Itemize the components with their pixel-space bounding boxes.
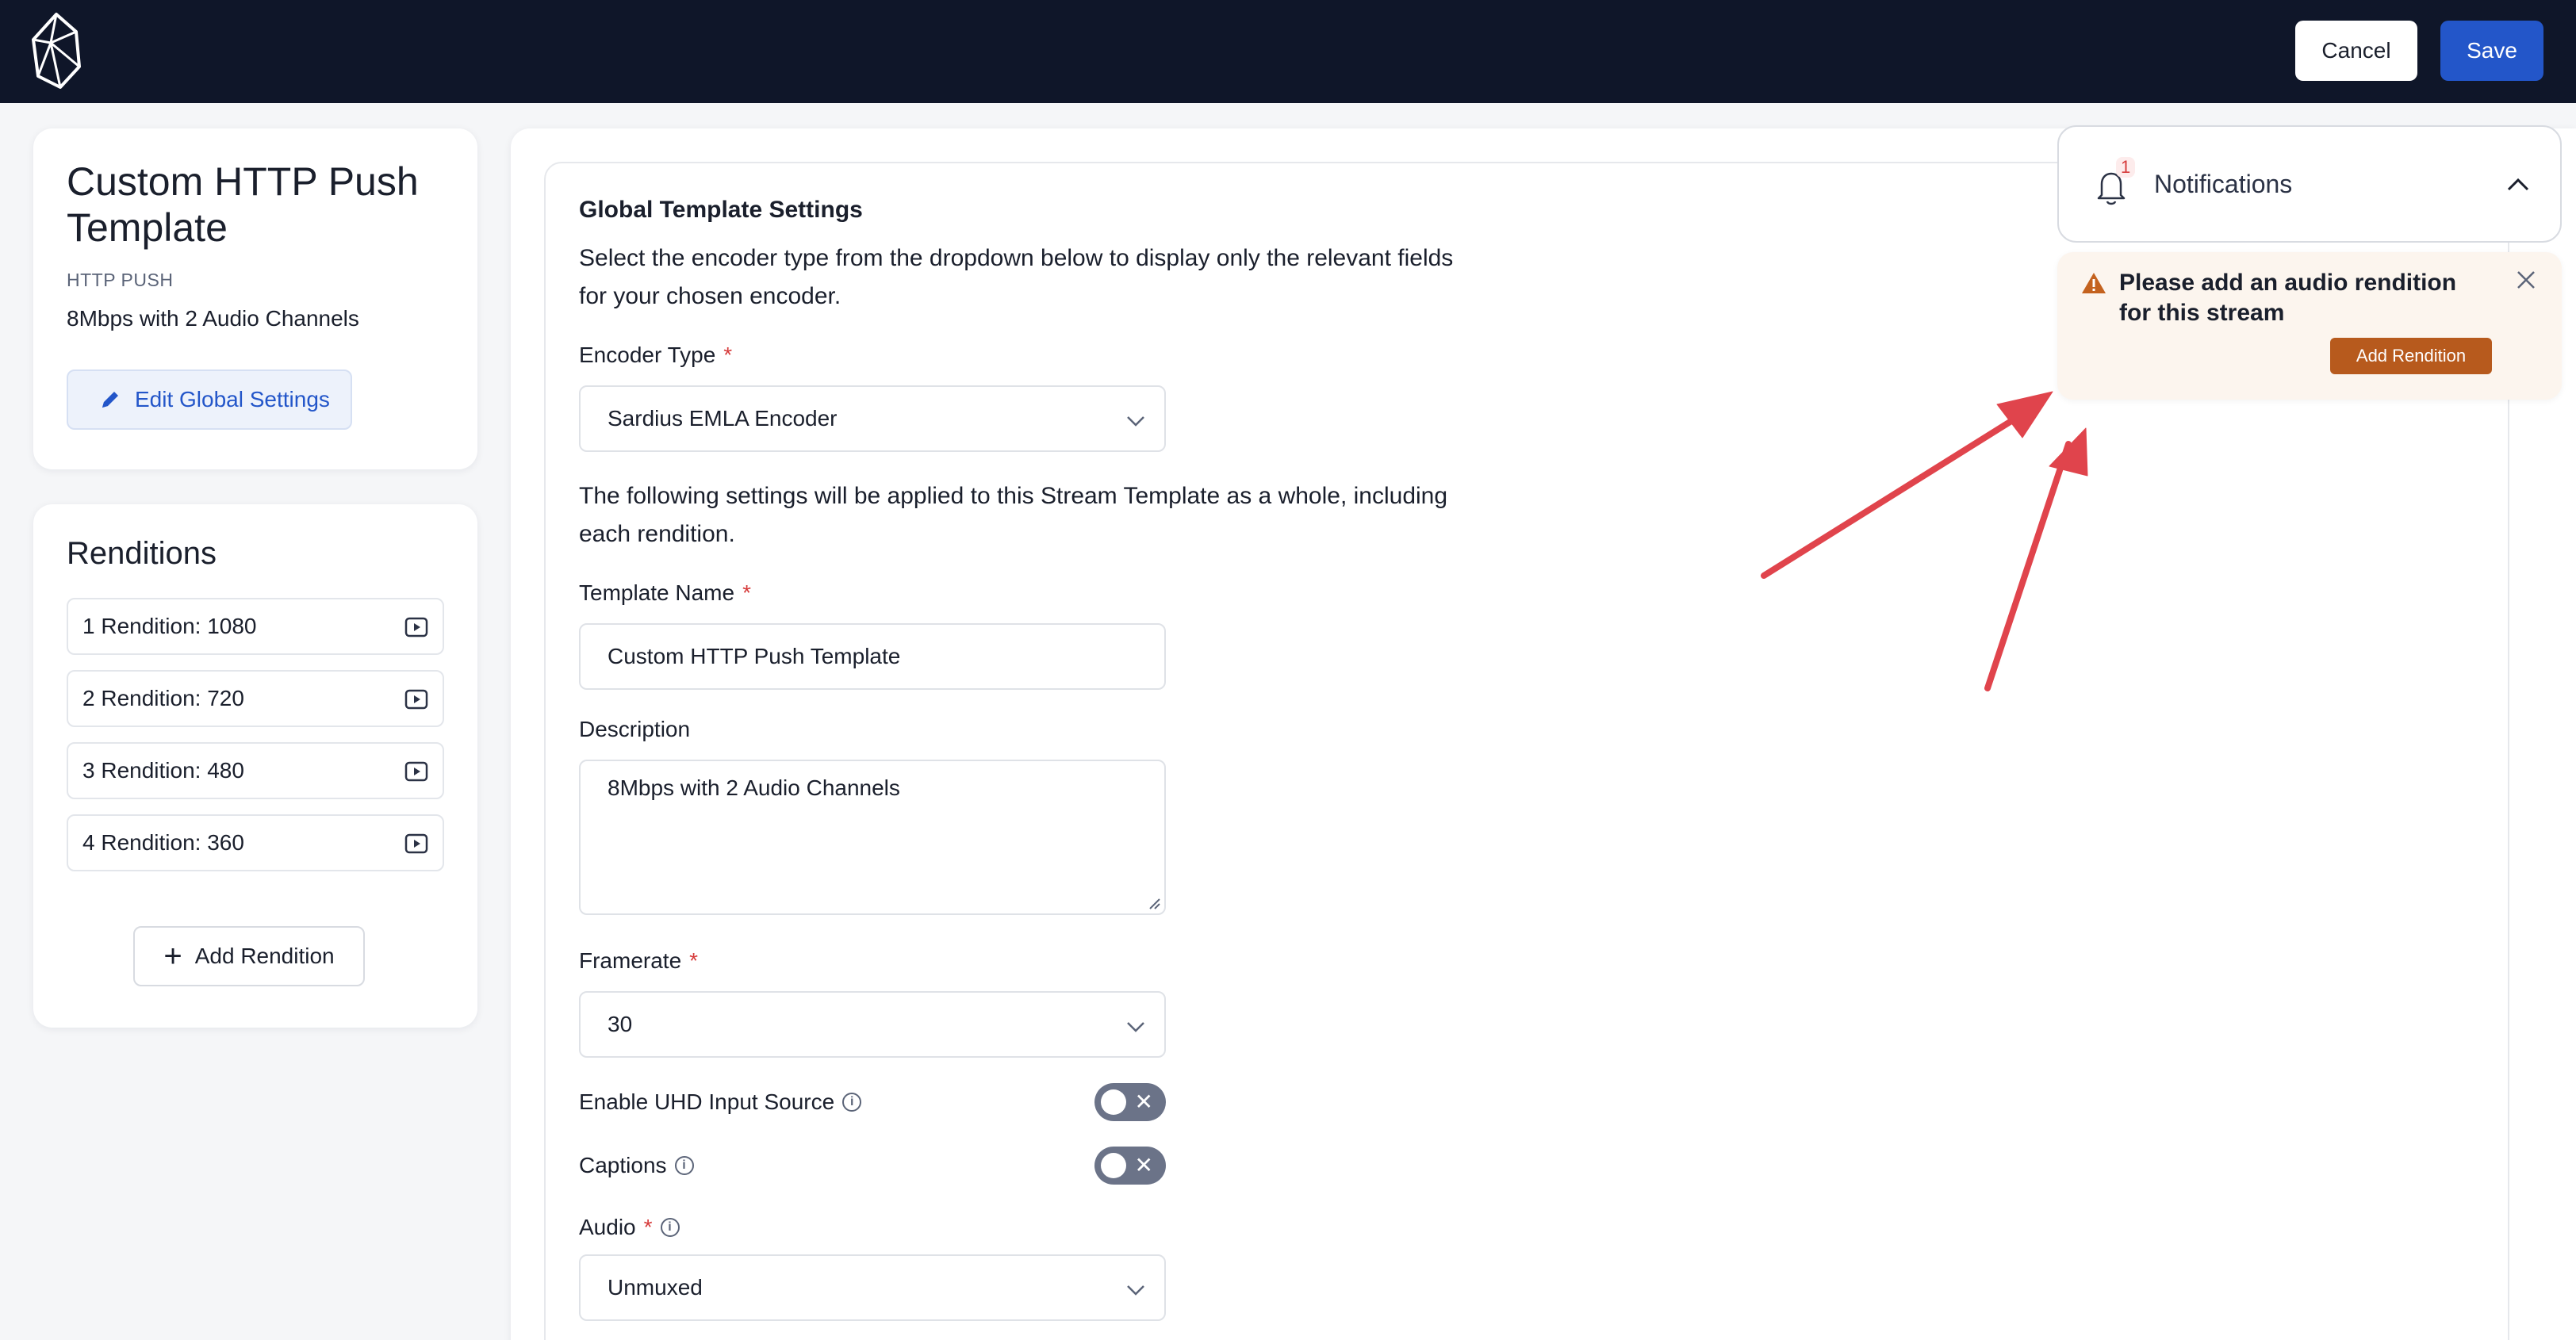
resize-grip-icon[interactable] xyxy=(1147,896,1161,910)
close-icon[interactable] xyxy=(2514,268,2538,292)
template-name-label: Template Name * xyxy=(579,580,751,606)
rendition-label: 3 Rendition: 480 xyxy=(82,758,244,783)
annotation-arrows xyxy=(1761,391,2088,691)
uhd-input-label-text: Enable UHD Input Source xyxy=(579,1089,835,1114)
description-label: Description xyxy=(579,717,690,742)
description-label-text: Description xyxy=(579,717,691,741)
template-name-label-text: Template Name xyxy=(579,580,735,605)
rendition-label: 4 Rendition: 360 xyxy=(82,830,244,855)
encoder-type-label: Encoder Type * xyxy=(579,343,732,368)
rendition-item[interactable]: 2 Rendition: 720 xyxy=(67,670,444,727)
toggle-knob xyxy=(1101,1089,1126,1115)
uhd-input-label: Enable UHD Input Source i xyxy=(579,1089,862,1115)
alert-message: Please add an audio rendition for this s… xyxy=(2119,270,2457,326)
audio-label: Audio * i xyxy=(579,1215,680,1240)
framerate-label: Framerate * xyxy=(579,948,698,974)
encoder-type-label-text: Encoder Type xyxy=(579,343,716,367)
notifications-header[interactable]: 1 Notifications xyxy=(2057,125,2562,243)
audio-rendition-alert: Please add an audio rendition for this s… xyxy=(2057,252,2562,400)
top-bar: Cancel Save xyxy=(0,0,2576,103)
audio-value: Unmuxed xyxy=(608,1275,703,1300)
cancel-button[interactable]: Cancel xyxy=(2295,21,2417,81)
template-kind: HTTP PUSH xyxy=(67,270,174,290)
add-rendition-button[interactable]: + Add Rendition xyxy=(133,926,365,986)
crystal-logo-icon[interactable] xyxy=(29,11,84,90)
framerate-value: 30 xyxy=(608,1012,633,1036)
template-name-value: Custom HTTP Push Template xyxy=(608,644,901,668)
captions-label: Captions i xyxy=(579,1153,694,1178)
rendition-item[interactable]: 1 Rendition: 1080 xyxy=(67,598,444,655)
encoder-intro-text: Select the encoder type from the dropdow… xyxy=(579,245,1454,309)
play-icon xyxy=(404,689,428,710)
audio-select[interactable]: Unmuxed xyxy=(579,1254,1166,1321)
info-icon[interactable]: i xyxy=(660,1218,680,1237)
chevron-up-icon[interactable] xyxy=(2505,171,2532,198)
template-description: 8Mbps with 2 Audio Channels xyxy=(67,306,359,331)
chevron-down-icon xyxy=(1127,1022,1144,1032)
edit-global-settings-label: Edit Global Settings xyxy=(135,387,330,412)
uhd-input-toggle[interactable]: ✕ xyxy=(1094,1083,1166,1121)
rendition-item[interactable]: 4 Rendition: 360 xyxy=(67,814,444,871)
add-rendition-label: Add Rendition xyxy=(194,944,335,968)
play-icon xyxy=(404,761,428,782)
applied-settings-note: The following settings will be applied t… xyxy=(579,483,1448,547)
plus-icon: + xyxy=(163,939,182,974)
notifications-title: Notifications xyxy=(2154,170,2293,198)
info-icon[interactable]: i xyxy=(842,1093,862,1112)
chevron-down-icon xyxy=(1127,1285,1144,1296)
rendition-label: 1 Rendition: 1080 xyxy=(82,614,257,638)
play-icon xyxy=(404,617,428,637)
framerate-label-text: Framerate xyxy=(579,948,682,973)
required-mark: * xyxy=(742,580,751,605)
renditions-title: Renditions xyxy=(67,536,217,571)
required-mark: * xyxy=(689,948,699,973)
encoder-type-value: Sardius EMLA Encoder xyxy=(608,406,838,431)
notification-count-badge: 1 xyxy=(2116,157,2136,178)
chevron-down-icon xyxy=(1127,416,1144,427)
audio-label-text: Audio xyxy=(579,1215,636,1239)
framerate-select[interactable]: 30 xyxy=(579,991,1166,1058)
template-title: Custom HTTP Push Template xyxy=(67,159,419,250)
captions-toggle[interactable]: ✕ xyxy=(1094,1147,1166,1185)
required-mark: * xyxy=(723,343,733,367)
play-icon xyxy=(404,833,428,854)
description-textarea[interactable]: 8Mbps with 2 Audio Channels xyxy=(579,760,1166,915)
template-name-input[interactable]: Custom HTTP Push Template xyxy=(579,623,1166,690)
toggle-off-icon: ✕ xyxy=(1134,1089,1153,1114)
required-mark: * xyxy=(643,1215,653,1239)
alert-add-rendition-button[interactable]: Add Rendition xyxy=(2330,338,2492,374)
save-button[interactable]: Save xyxy=(2440,21,2543,81)
warning-icon xyxy=(2082,273,2106,293)
description-value: 8Mbps with 2 Audio Channels xyxy=(608,775,900,800)
section-title: Global Template Settings xyxy=(579,197,863,223)
toggle-off-icon: ✕ xyxy=(1134,1153,1153,1177)
edit-global-settings-button[interactable]: Edit Global Settings xyxy=(67,369,352,430)
pencil-icon xyxy=(102,392,118,408)
rendition-item[interactable]: 3 Rendition: 480 xyxy=(67,742,444,799)
captions-label-text: Captions xyxy=(579,1153,667,1177)
info-icon[interactable]: i xyxy=(674,1156,694,1175)
toggle-knob xyxy=(1101,1153,1126,1178)
rendition-label: 2 Rendition: 720 xyxy=(82,686,244,710)
encoder-type-select[interactable]: Sardius EMLA Encoder xyxy=(579,385,1166,452)
